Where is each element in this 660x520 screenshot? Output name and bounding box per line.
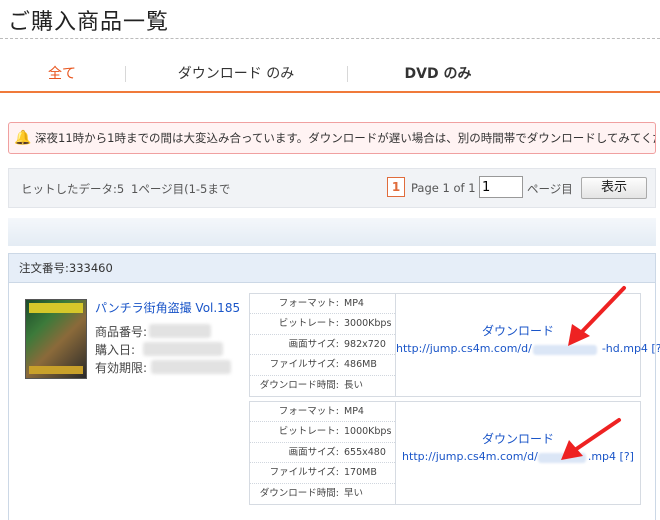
spec-key: 画面サイズ: xyxy=(288,446,339,458)
thumbnail-footer xyxy=(29,366,83,374)
notice-text: 深夜11時から1時までの間は大変込み合っています。ダウンロードが遅い場合は、別の… xyxy=(35,131,656,145)
show-button[interactable]: 表示 xyxy=(581,177,647,199)
title-divider xyxy=(0,38,660,39)
spec-key: ファイルサイズ: xyxy=(269,467,339,479)
page-unit-label: ページ目 xyxy=(527,182,573,196)
spec-value: 170MB xyxy=(344,467,377,479)
annotation-arrow xyxy=(568,286,626,346)
spec-value: 655x480 xyxy=(344,446,386,458)
spec-value: 486MB xyxy=(344,359,377,371)
spec-row: フォーマット: MP4 xyxy=(250,294,395,315)
spec-value: 3000Kbps xyxy=(344,318,392,330)
spec-key: ファイルサイズ: xyxy=(269,359,339,371)
page-range: 1ページ目(1-5まで xyxy=(131,182,231,196)
page-of-label: Page 1 of 1 xyxy=(411,181,476,195)
redacted-product-code xyxy=(149,324,211,338)
spec-key: フォーマット: xyxy=(278,406,339,417)
spec-row: ダウンロード時間: 長い xyxy=(250,376,395,396)
spec-value: MP4 xyxy=(344,298,364,309)
spec-value: MP4 xyxy=(344,406,364,417)
spec-row: ビットレート: 3000Kbps xyxy=(250,314,395,335)
spec-key: ビットレート: xyxy=(278,426,339,438)
product-thumbnail[interactable] xyxy=(25,299,87,379)
spec-key: 画面サイズ: xyxy=(288,338,339,350)
hit-count: ヒットしたデータ:5 xyxy=(21,182,125,196)
spec-row: 画面サイズ: 655x480 xyxy=(250,443,395,464)
pager-bar: ヒットしたデータ:5 1ページ目(1-5まで 1 Page 1 of 1 ページ… xyxy=(8,168,656,208)
url-prefix: http://jump.cs4m.com/d/ xyxy=(396,342,532,355)
spec-key: ダウンロード時間: xyxy=(259,487,339,499)
thumbnail-banner xyxy=(29,303,83,313)
product-name-link[interactable]: パンチラ街角盗撮 Vol.185 xyxy=(95,299,240,316)
tab-download-only[interactable]: ダウンロード のみ xyxy=(126,56,346,92)
spec-row: フォーマット: MP4 xyxy=(250,402,395,423)
purchase-date-label: 購入日: xyxy=(95,343,136,357)
spec-row: ダウンロード時間: 早い xyxy=(250,484,395,504)
page-number-input[interactable] xyxy=(479,176,523,198)
spec-value: 長い xyxy=(344,379,364,391)
current-page-link[interactable]: 1 xyxy=(387,177,405,197)
page-title: ご購入商品一覧 xyxy=(8,10,170,35)
redacted-expiry-date xyxy=(151,360,231,374)
spec-key: ビットレート: xyxy=(278,318,339,330)
spec-key: ダウンロード時間: xyxy=(259,379,339,391)
annotation-arrow xyxy=(561,418,621,460)
redacted-purchase-date xyxy=(143,342,223,356)
bell-icon: 🔔 xyxy=(14,130,32,146)
order-number: 注文番号:333460 xyxy=(8,253,656,283)
spec-value: 982x720 xyxy=(344,338,386,350)
notice-banner: 🔔 深夜11時から1時までの間は大変込み合っています。ダウンロードが遅い場合は、… xyxy=(8,122,656,154)
spec-list: フォーマット: MP4 ビットレート: 1000Kbps 画面サイズ: 655x480… xyxy=(250,402,396,504)
tab-dvd-only[interactable]: DVD のみ xyxy=(348,56,528,92)
spec-list: フォーマット: MP4 ビットレート: 3000Kbps 画面サイズ: 982x720… xyxy=(250,294,396,396)
tab-bar: 全て ダウンロード のみ DVD のみ xyxy=(0,56,660,94)
spec-value: 1000Kbps xyxy=(344,426,392,438)
tab-underline xyxy=(0,91,660,93)
spec-row: 画面サイズ: 982x720 xyxy=(250,335,395,356)
tab-all[interactable]: 全て xyxy=(0,56,124,92)
expiry-label: 有効期限: xyxy=(95,361,148,375)
spacer-band xyxy=(8,218,656,246)
spec-row: ビットレート: 1000Kbps xyxy=(250,422,395,443)
product-code-label: 商品番号: xyxy=(95,325,148,339)
order-body: パンチラ街角盗撮 Vol.185 商品番号: 購入日: 有効期限: フォーマット… xyxy=(8,283,660,520)
url-prefix: http://jump.cs4m.com/d/ xyxy=(402,450,538,463)
spec-value: 早い xyxy=(344,487,364,499)
spec-row: ファイルサイズ: 170MB xyxy=(250,463,395,484)
spec-row: ファイルサイズ: 486MB xyxy=(250,355,395,376)
spec-key: フォーマット: xyxy=(278,298,339,309)
